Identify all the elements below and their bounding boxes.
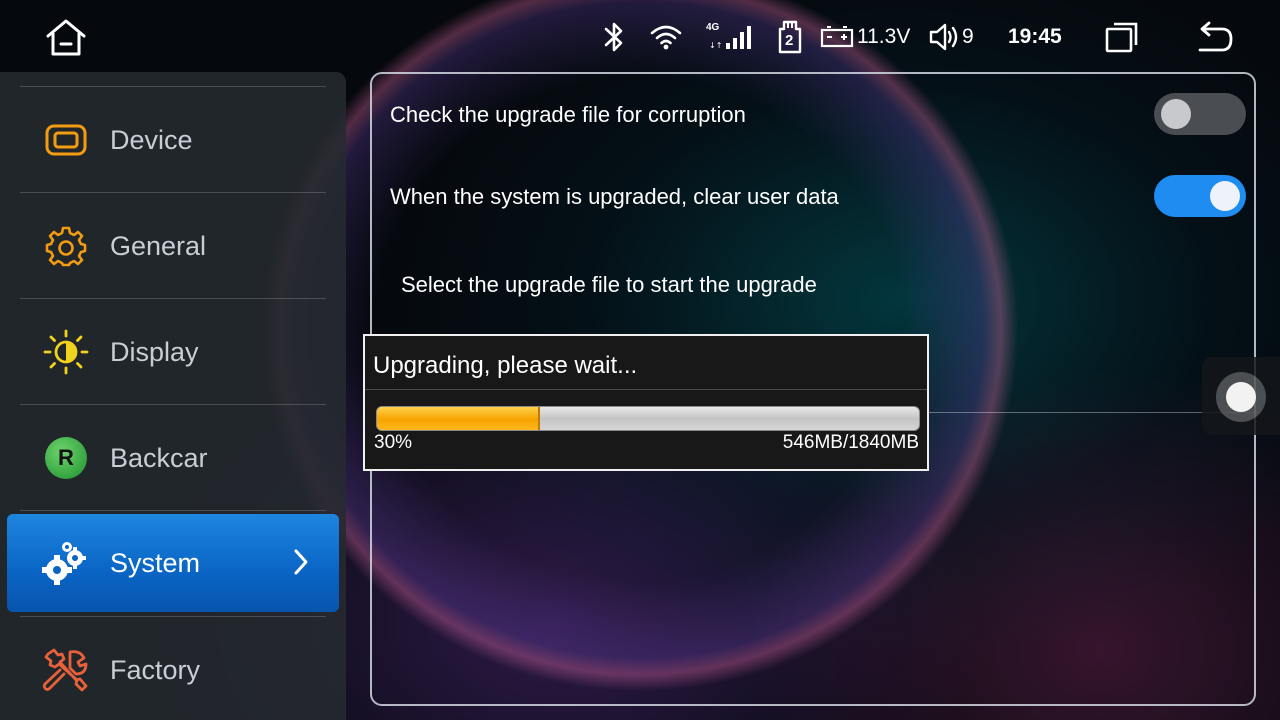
sidebar-item-label: Device bbox=[110, 124, 193, 155]
sidebar-divider bbox=[20, 192, 326, 193]
volume-icon[interactable] bbox=[928, 18, 960, 56]
sidebar-item-label: General bbox=[110, 230, 207, 261]
sidebar-divider bbox=[20, 298, 326, 299]
sidebar-item-backcar[interactable]: R Backcar bbox=[0, 406, 346, 510]
svg-text:↓↑: ↓↑ bbox=[709, 41, 722, 50]
device-icon bbox=[40, 114, 92, 166]
volume-level: 9 bbox=[962, 25, 974, 48]
progress-percent: 30% bbox=[374, 432, 413, 453]
sidebar-item-device[interactable]: Device bbox=[0, 88, 346, 192]
clock: 19:45 bbox=[1008, 25, 1062, 48]
sidebar-divider bbox=[20, 86, 326, 87]
status-bar: 4G ↓↑ 2 11.3V 9 19:45 bbox=[0, 0, 1280, 72]
sidebar-item-label: Display bbox=[110, 336, 199, 367]
check-corruption-toggle[interactable] bbox=[1154, 93, 1246, 135]
upgrade-progress-dialog: Upgrading, please wait... 30% 546MB/1840… bbox=[363, 334, 929, 471]
factory-tools-icon bbox=[40, 644, 92, 696]
sidebar-divider bbox=[20, 510, 326, 511]
bluetooth-icon bbox=[600, 18, 628, 56]
dialog-separator bbox=[365, 389, 927, 390]
sidebar-item-label: System bbox=[110, 547, 201, 578]
sidebar-divider bbox=[20, 616, 326, 617]
recent-apps-icon[interactable] bbox=[1104, 18, 1140, 56]
brightness-icon bbox=[40, 326, 92, 378]
sd-card-number: 2 bbox=[785, 32, 794, 49]
wifi-icon bbox=[650, 18, 682, 56]
clear-user-data-label: When the system is upgraded, clear user … bbox=[390, 184, 839, 209]
gear-icon bbox=[40, 220, 92, 272]
battery-voltage: 11.3V bbox=[857, 25, 911, 48]
clear-user-data-toggle[interactable] bbox=[1154, 175, 1246, 217]
chevron-right-icon bbox=[293, 548, 309, 581]
assistive-touch-button[interactable] bbox=[1202, 357, 1280, 435]
sidebar-item-label: Backcar bbox=[110, 442, 208, 473]
back-icon[interactable] bbox=[1194, 18, 1234, 56]
network-type-label: 4G bbox=[706, 22, 720, 33]
sidebar-item-system[interactable]: System bbox=[7, 514, 339, 612]
progress-size: 546MB/1840MB bbox=[782, 432, 919, 453]
select-upgrade-file-button[interactable]: Select the upgrade file to start the upg… bbox=[401, 272, 817, 298]
check-corruption-label: Check the upgrade file for corruption bbox=[390, 102, 746, 127]
sd-card-icon: 2 bbox=[776, 18, 804, 56]
cellular-signal-icon: 4G ↓↑ bbox=[704, 18, 756, 56]
sidebar-item-factory[interactable]: Factory bbox=[0, 618, 346, 720]
sidebar-item-general[interactable]: General bbox=[0, 194, 346, 298]
reverse-camera-icon: R bbox=[40, 432, 92, 484]
backcar-badge-letter: R bbox=[58, 445, 74, 470]
progress-fill bbox=[377, 407, 540, 430]
upgrade-progress-bar bbox=[376, 406, 920, 431]
sidebar-item-label: Factory bbox=[110, 654, 201, 685]
battery-icon bbox=[820, 18, 854, 56]
system-gears-icon bbox=[40, 537, 92, 589]
settings-sidebar: Device General Display R Backcar System … bbox=[0, 72, 346, 720]
dialog-title: Upgrading, please wait... bbox=[373, 352, 638, 379]
toggle-knob bbox=[1161, 99, 1191, 129]
toggle-knob bbox=[1210, 181, 1240, 211]
sidebar-divider bbox=[20, 404, 326, 405]
sidebar-item-display[interactable]: Display bbox=[0, 300, 346, 404]
assistive-touch-dot bbox=[1226, 382, 1256, 412]
home-icon[interactable] bbox=[44, 18, 88, 58]
